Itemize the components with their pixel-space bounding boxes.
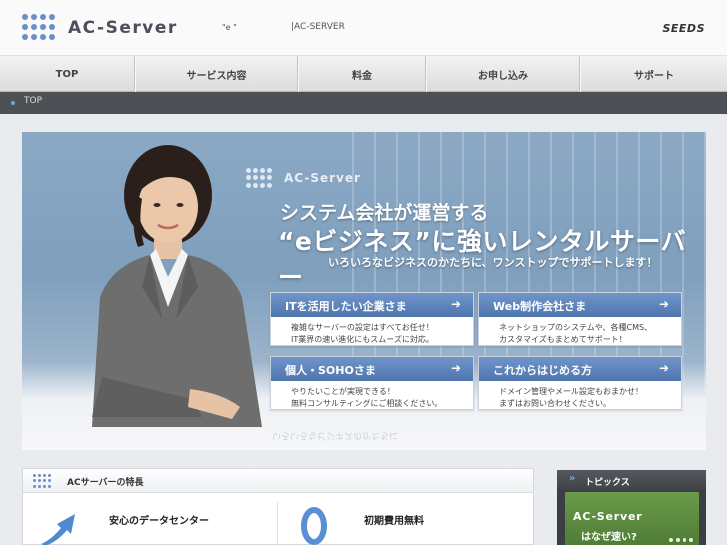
card-header: 個人・SOHOさま ➜ [271,357,473,381]
header-product-label: |AC-SERVER [291,22,345,32]
header-tagline: "e " [222,23,237,32]
nav-pricing[interactable]: 料金 [298,56,426,92]
nav-support[interactable]: サポート [580,56,727,92]
card-header: これからはじめる方 ➜ [479,357,681,381]
card-text-line: まずはお問い合わせください。 [499,399,611,408]
card-text-line: IT業界の速い進化にもスムーズに対応。 [291,335,434,344]
dots-icon [33,474,51,488]
hero-subheadline: いろいろなビジネスのかたちに、ワンストップでサポートします！ [328,256,658,269]
nav-top[interactable]: TOP [0,56,135,92]
arrow-right-icon: ➜ [658,297,669,311]
breadcrumb-current[interactable]: TOP [24,96,42,106]
main-nav: TOP サービス内容 料金 お申し込み サポート [0,56,727,92]
card-title: これからはじめる方 [493,364,592,377]
breadcrumb: TOP [0,92,727,114]
arrow-right-icon: ➜ [450,297,461,311]
banner-logo-text: AC-Server [573,510,643,523]
card-text-line: 無料コンサルティングにご相談ください。 [291,399,443,408]
card-soho[interactable]: 個人・SOHOさま ➜ やりたいことが実現できる！ 無料コンサルティングにご相談… [270,356,474,410]
nav-apply[interactable]: お申し込み [426,56,580,92]
hero-banner: AC-Server システム会社が運営する “eビジネス”に強いレンタルサーバー… [22,132,706,450]
hero-reflection: いろいろなビジネスのかたちに [272,430,399,440]
card-header: ITを活用したい企業さま ➜ [271,293,473,317]
card-beginner[interactable]: これからはじめる方 ➜ ドメイン管理やメール設定もおまかせ！ まずはお問い合わせ… [478,356,682,410]
company-logo[interactable]: SEEDS [662,22,705,35]
features-header: ACサーバーの特長 [23,469,533,493]
logo-dots-icon[interactable] [22,14,56,42]
site-logo[interactable]: AC-Server [68,18,178,38]
card-text-line: 複雑なサーバーの設定はすべてお任せ！ [291,323,434,332]
card-text-line: ネットショップのシステムや、各種CMS、 [499,323,653,332]
card-title: Web制作会社さま [493,300,587,313]
features-panel: ACサーバーの特長 安心のデータセンター 初期費用無料 [22,468,534,545]
feature-no-initial-fee[interactable]: 初期費用無料 [278,502,533,545]
zero-yen-icon [301,507,327,545]
dots-icon [669,538,693,544]
arrow-right-icon: ➜ [658,361,669,375]
card-web-agency[interactable]: Web制作会社さま ➜ ネットショップのシステムや、各種CMS、 カスタマイズも… [478,292,682,346]
feature-title: 初期費用無料 [364,516,424,527]
card-body: やりたいことが実現できる！ 無料コンサルティングにご相談ください。 [271,381,473,410]
features-title: ACサーバーの特長 [67,478,144,488]
card-it-company[interactable]: ITを活用したい企業さま ➜ 複雑なサーバーの設定はすべてお任せ！ IT業界の速… [270,292,474,346]
card-text-line: カスタマイズもまとめてサポート！ [499,335,627,344]
feature-datacenter[interactable]: 安心のデータセンター [23,502,278,545]
topics-banner[interactable]: AC-Server はなぜ速い? [565,492,699,545]
topics-header: » トピックス [557,470,706,490]
card-text-line: やりたいことが実現できる！ [291,387,395,396]
site-header: AC-Server "e " |AC-SERVER SEEDS [0,0,727,56]
banner-question: はなぜ速い? [581,532,637,543]
card-title: ITを活用したい企業さま [285,300,407,313]
feature-title: 安心のデータセンター [109,516,209,527]
hero-logo-dots-icon [246,168,274,188]
card-text-line: ドメイン管理やメール設定もおまかせ！ [499,387,643,396]
arrow-right-icon: ➜ [450,361,461,375]
rising-arrow-icon [41,514,75,545]
card-body: 複雑なサーバーの設定はすべてお任せ！ IT業界の速い進化にもスムーズに対応。 [271,317,473,346]
card-header: Web制作会社さま ➜ [479,293,681,317]
features-list: 安心のデータセンター 初期費用無料 [23,502,533,545]
card-title: 個人・SOHOさま [285,364,376,377]
double-chevron-down-icon: » [569,473,576,484]
topics-panel: » トピックス AC-Server はなぜ速い? [557,470,706,545]
hero-logo-text: AC-Server [284,171,361,185]
hero-headline-1: システム会社が運営する [280,202,489,224]
nav-service[interactable]: サービス内容 [135,56,298,92]
topics-title: トピックス [585,478,630,488]
card-body: ネットショップのシステムや、各種CMS、 カスタマイズもまとめてサポート！ [479,317,681,346]
bullet-icon [11,101,15,105]
card-body: ドメイン管理やメール設定もおまかせ！ まずはお問い合わせください。 [479,381,681,410]
